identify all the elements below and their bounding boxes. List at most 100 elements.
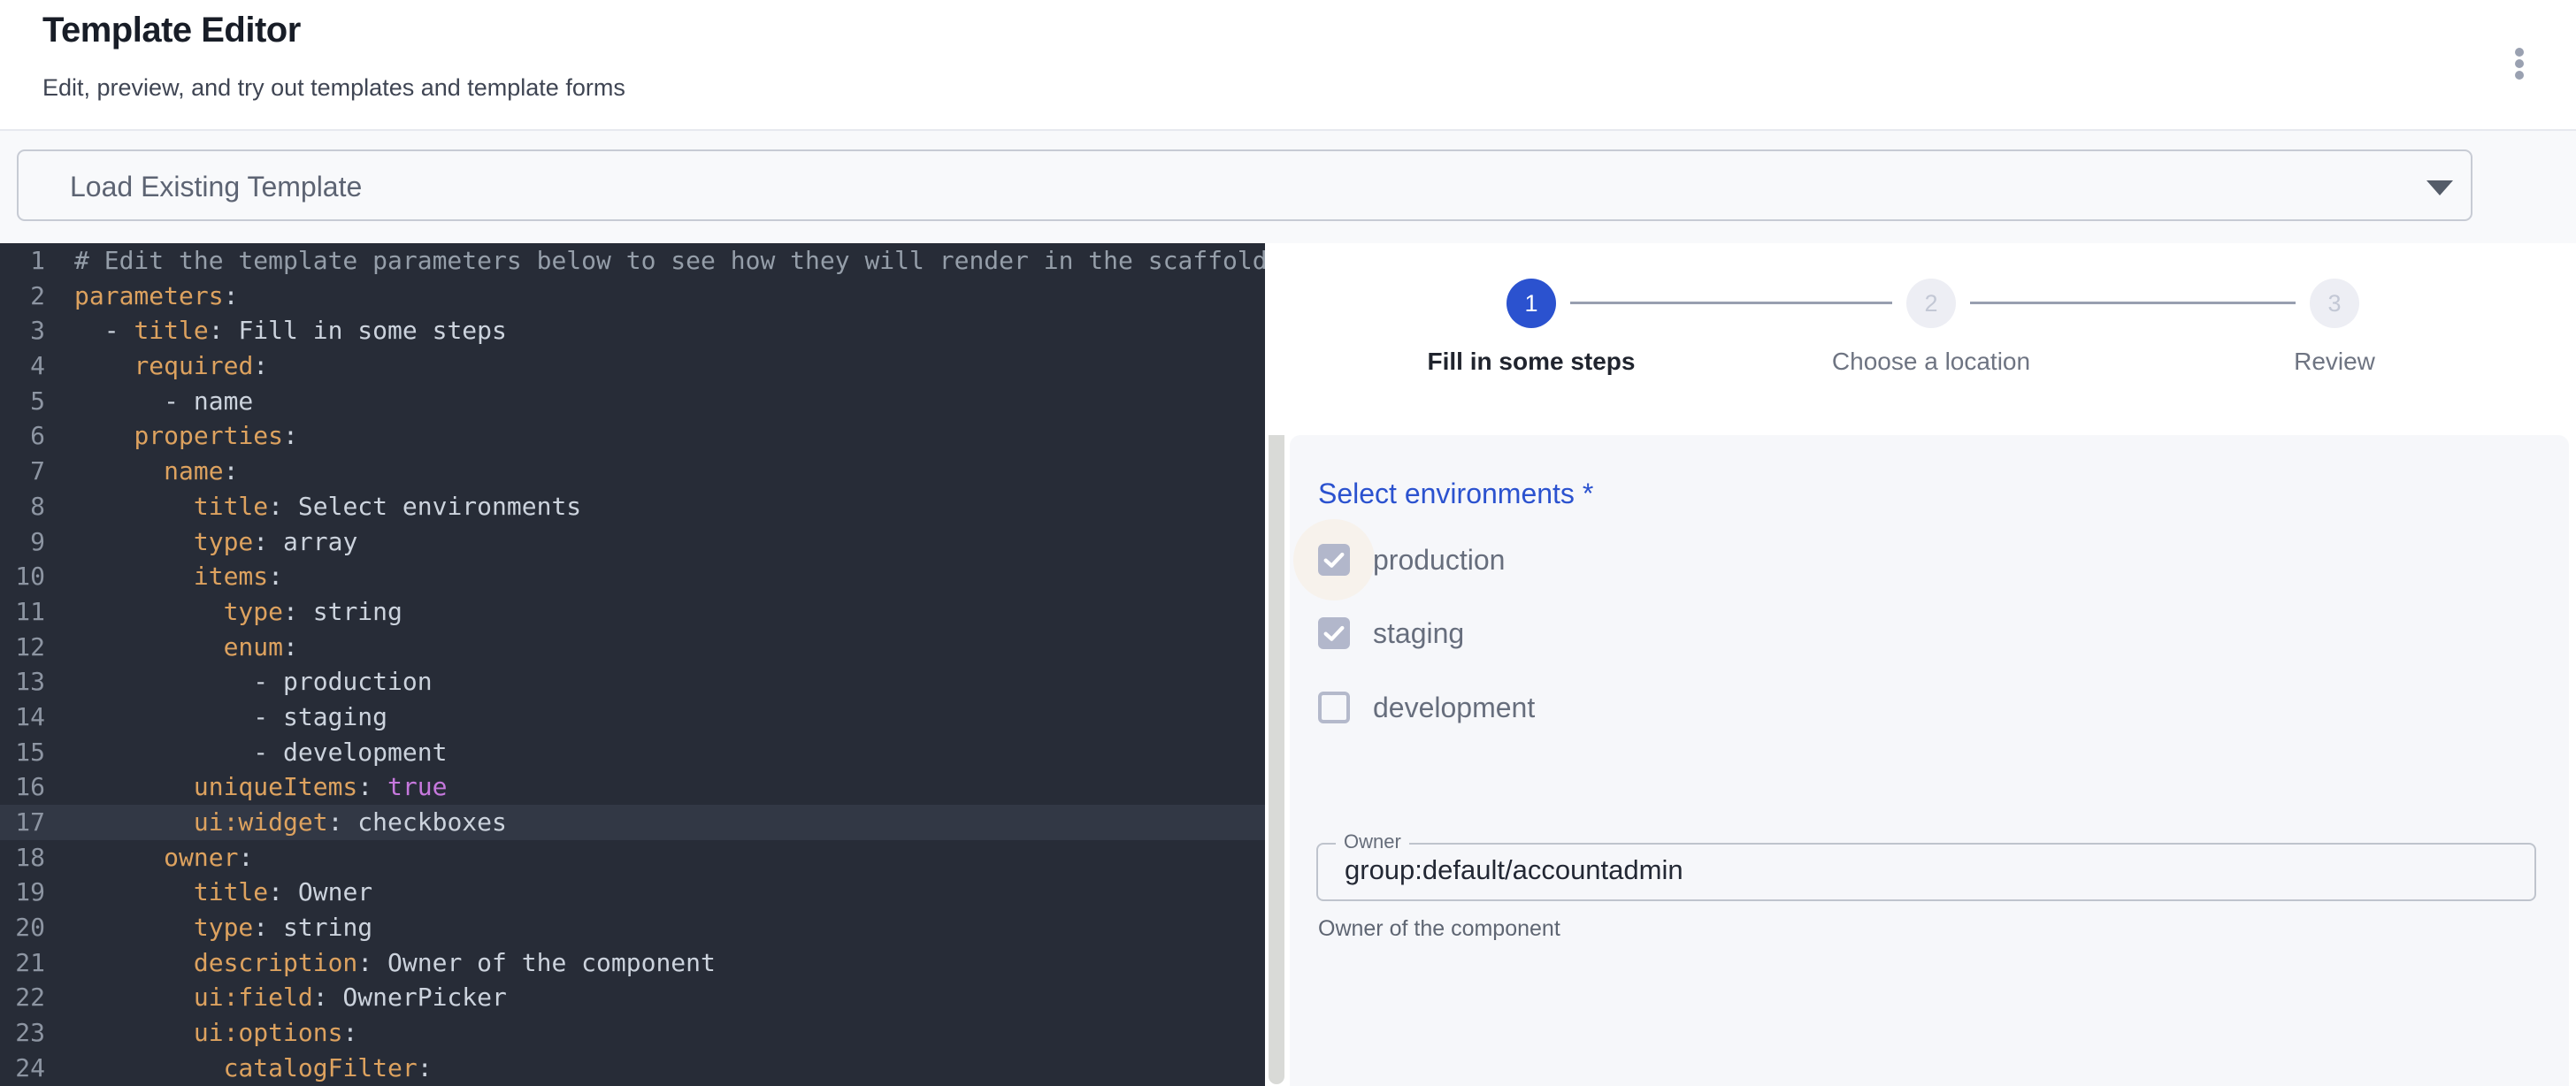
- code-text: properties:: [45, 418, 298, 454]
- kebab-menu-icon[interactable]: [2502, 39, 2537, 88]
- line-number: 11: [0, 594, 45, 630]
- code-text: type: string: [45, 910, 372, 945]
- code-token: - name: [74, 386, 253, 416]
- code-line: 5 - name: [0, 384, 1265, 419]
- code-token: :: [253, 351, 268, 380]
- code-line: 9 type: array: [0, 524, 1265, 560]
- line-number: 18: [0, 840, 45, 876]
- code-token: parameters: [74, 281, 224, 310]
- code-token: required: [134, 351, 253, 380]
- line-number: 21: [0, 945, 45, 981]
- code-token: title: [134, 316, 208, 345]
- code-line: 15 - development: [0, 735, 1265, 770]
- line-number: 4: [0, 348, 45, 384]
- owner-input-value: group:default/accountadmin: [1345, 854, 1683, 886]
- code-text: type: string: [45, 594, 402, 630]
- step-label-2: Choose a location: [1832, 348, 2030, 376]
- code-token: :: [238, 843, 253, 872]
- code-text: enum:: [45, 630, 298, 665]
- checkbox-option-staging[interactable]: staging: [1318, 614, 1464, 653]
- code-line: 22 ui:field: OwnerPicker: [0, 980, 1265, 1015]
- wizard-stepper: 1Fill in some steps2Choose a location3Re…: [1265, 243, 2576, 435]
- code-token: type: [224, 597, 283, 626]
- step-circle-3: 3: [2310, 279, 2359, 328]
- line-number: 3: [0, 313, 45, 348]
- code-text: ui:options:: [45, 1015, 357, 1051]
- code-line: 16 uniqueItems: true: [0, 769, 1265, 805]
- yaml-code-editor[interactable]: 1 # Edit the template parameters below to…: [0, 243, 1265, 1086]
- code-text: title: Select environments: [45, 489, 581, 524]
- checkbox-checked-icon[interactable]: [1318, 617, 1350, 649]
- load-template-toolbar: Load Existing Template: [0, 131, 2576, 243]
- code-token: [74, 772, 194, 801]
- checkbox-option-development[interactable]: development: [1318, 688, 1535, 727]
- code-line: 4 required:: [0, 348, 1265, 384]
- code-token: - production: [74, 667, 433, 696]
- line-number: 24: [0, 1051, 45, 1086]
- code-token: uniqueItems: [194, 772, 357, 801]
- checkbox-label: development: [1373, 692, 1535, 724]
- checkbox-option-production[interactable]: production: [1318, 540, 1505, 579]
- caret-down-icon: [2426, 180, 2453, 195]
- code-line: 20 type: string: [0, 910, 1265, 945]
- step-connector: [1570, 302, 1892, 304]
- required-asterisk: *: [1575, 478, 1593, 509]
- code-token: [74, 456, 164, 486]
- template-editor-page: Template Editor Edit, preview, and try o…: [0, 0, 2576, 1086]
- code-token: true: [387, 772, 447, 801]
- checkbox-checked-icon[interactable]: [1318, 544, 1350, 576]
- code-text: ui:field: OwnerPicker: [45, 980, 507, 1015]
- code-line: 19 title: Owner: [0, 875, 1265, 910]
- code-line: 23 ui:options:: [0, 1015, 1265, 1051]
- step-label-1: Fill in some steps: [1428, 348, 1636, 376]
- code-token: [74, 562, 194, 591]
- code-text: - development: [45, 735, 447, 770]
- checkbox-unchecked-icon[interactable]: [1318, 692, 1350, 723]
- line-number: 13: [0, 664, 45, 700]
- code-token: [74, 913, 194, 942]
- code-line: 18 owner:: [0, 840, 1265, 876]
- code-text: owner:: [45, 840, 253, 876]
- code-token: [74, 632, 224, 662]
- line-number: 5: [0, 384, 45, 419]
- code-token: owner: [164, 843, 238, 872]
- code-token: enum: [224, 632, 283, 662]
- code-token: catalogFilter: [224, 1053, 418, 1082]
- code-token: [74, 983, 194, 1012]
- code-line: 6 properties:: [0, 418, 1265, 454]
- code-token: [74, 421, 134, 450]
- line-number: 14: [0, 700, 45, 735]
- page-title: Template Editor: [42, 11, 301, 50]
- line-number: 20: [0, 910, 45, 945]
- code-text: type: array: [45, 524, 357, 560]
- code-token: properties: [134, 421, 283, 450]
- step-connector: [1970, 302, 2296, 304]
- line-number: 8: [0, 489, 45, 524]
- form-card: Select environments * production staging d…: [1290, 435, 2569, 1086]
- page-header: Template Editor Edit, preview, and try o…: [0, 0, 2576, 130]
- code-line: 21 description: Owner of the component: [0, 945, 1265, 981]
- line-number: 1: [0, 243, 45, 279]
- code-token: :: [224, 456, 239, 486]
- step-circle-1: 1: [1506, 279, 1556, 328]
- step-circle-2: 2: [1906, 279, 1956, 328]
- code-token: :: [224, 281, 239, 310]
- code-token: description: [194, 948, 357, 977]
- code-token: title: [194, 492, 268, 521]
- code-line: 13 - production: [0, 664, 1265, 700]
- load-existing-template-select[interactable]: Load Existing Template: [17, 149, 2472, 221]
- checkbox-label: staging: [1373, 617, 1464, 650]
- code-token: type: [194, 913, 253, 942]
- code-token: - development: [74, 738, 447, 767]
- code-text: required:: [45, 348, 268, 384]
- code-token: # Edit the template parameters below to …: [74, 246, 1265, 275]
- page-subtitle: Edit, preview, and try out templates and…: [42, 74, 625, 102]
- code-token: : string: [283, 597, 402, 626]
- code-token: -: [74, 316, 134, 345]
- environments-field-label: Select environments *: [1318, 478, 1593, 510]
- code-token: [74, 843, 164, 872]
- code-text: - staging: [45, 700, 387, 735]
- line-number: 17: [0, 805, 45, 840]
- code-token: :: [268, 562, 283, 591]
- code-line: 14 - staging: [0, 700, 1265, 735]
